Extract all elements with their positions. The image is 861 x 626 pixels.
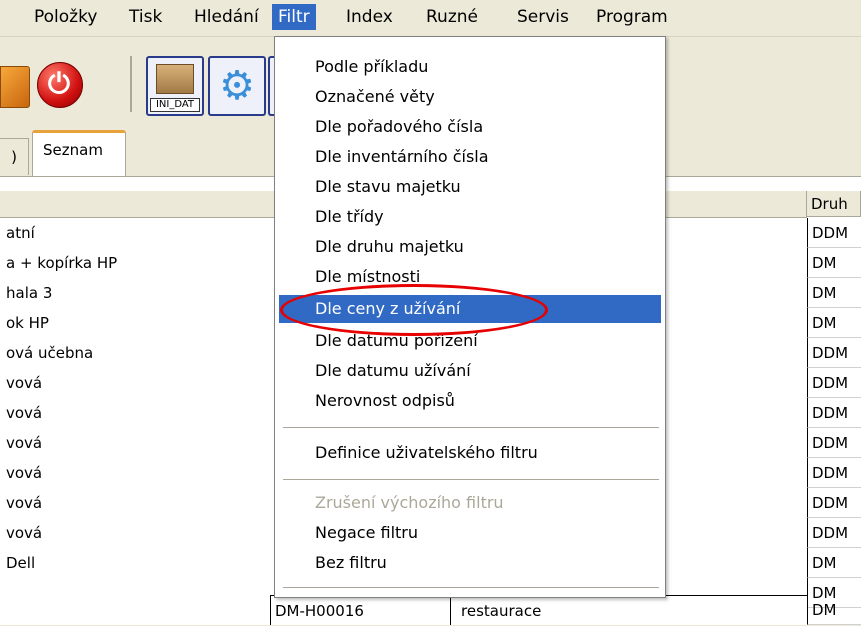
gear-icon: ⚙ [219,63,255,109]
menu-item-nerovnost-odpisu[interactable]: Nerovnost odpisů [279,387,661,415]
cell-druh: DDM [807,218,861,248]
menu-item-negace-filtru[interactable]: Negace filtru [279,519,661,547]
menu-item-poradove-cislo[interactable]: Dle pořadového čísla [279,113,661,141]
column-header-druh[interactable]: Druh [807,191,861,217]
exit-button[interactable]: ⏻ [34,58,84,110]
power-symbol: ⏻ [47,67,71,100]
menu-ruzne[interactable]: Ruzné [420,4,484,30]
cell-place: restaurace [450,595,807,625]
tab-seznam-label: Seznam [43,141,103,159]
cell-druh: DDM [807,338,861,368]
settings-button[interactable]: ⚙ [208,56,266,116]
menu-item-zruseni-vychoziho-filtru: Zrušení výchozího filtru [315,493,504,512]
ini-dat-button[interactable]: INI_DAT [146,56,204,116]
cell-inventory-code: DM-H00016 [270,595,450,625]
cell-druh: DDM [807,428,861,458]
menu-item-oznacene-vety[interactable]: Označené věty [279,83,661,111]
menu-item-uzivatelsky-filtr[interactable]: Definice uživatelského filtru [279,439,661,467]
menu-item-ceny-z-uzivani[interactable]: Dle ceny z užívání [279,295,661,323]
filtr-dropdown-menu: Podle příkladu Označené věty Dle pořadov… [274,36,666,598]
menu-item-podle-prikladu[interactable]: Podle příkladu [279,53,661,81]
menu-item-bez-filtru[interactable]: Bez filtru [279,549,661,577]
box-icon [156,64,194,94]
tab-seznam[interactable]: Seznam [32,130,126,179]
table-row[interactable]: DM-H00016 restaurace DM [0,595,861,625]
menu-polozky[interactable]: Položky [28,4,103,30]
menu-program[interactable]: Program [590,4,674,30]
menu-separator [283,587,659,589]
cell-druh: DDM [807,488,861,518]
menu-hledani[interactable]: Hledání [188,4,265,30]
cell-druh: DM [807,548,861,578]
cell-druh: DM [807,595,861,625]
menu-item-tridy[interactable]: Dle třídy [279,203,661,231]
menu-bar: Položky Tisk Hledání Filtr Index Ruzné S… [0,0,861,37]
cell-druh: DM [807,308,861,338]
cell-druh: DM [807,248,861,278]
toolbar-separator [130,56,132,112]
menu-tisk[interactable]: Tisk [123,4,168,30]
menu-item-stav-majetku[interactable]: Dle stavu majetku [279,173,661,201]
tab-previous[interactable]: ) [0,138,29,175]
cell-druh: DDM [807,368,861,398]
cell-druh: DM [807,278,861,308]
menu-servis[interactable]: Servis [511,4,575,30]
menu-filtr[interactable]: Filtr [272,4,316,30]
cell-druh: DDM [807,398,861,428]
cell-druh: DDM [807,458,861,488]
menu-index[interactable]: Index [340,4,399,30]
menu-item-druh-majetku[interactable]: Dle druhu majetku [279,233,661,261]
folder-button[interactable] [0,58,32,110]
menu-separator [283,479,659,481]
menu-item-datum-porizeni[interactable]: Dle datumu pořízení [279,327,661,355]
menu-item-datum-uzivani[interactable]: Dle datumu užívání [279,357,661,385]
folder-icon [0,66,30,108]
menu-item-mistnosti[interactable]: Dle místnosti [279,263,661,291]
menu-item-inventarni-cislo[interactable]: Dle inventárního čísla [279,143,661,171]
ini-dat-label: INI_DAT [150,98,200,112]
menu-separator [283,427,659,429]
cell-druh: DDM [807,518,861,548]
